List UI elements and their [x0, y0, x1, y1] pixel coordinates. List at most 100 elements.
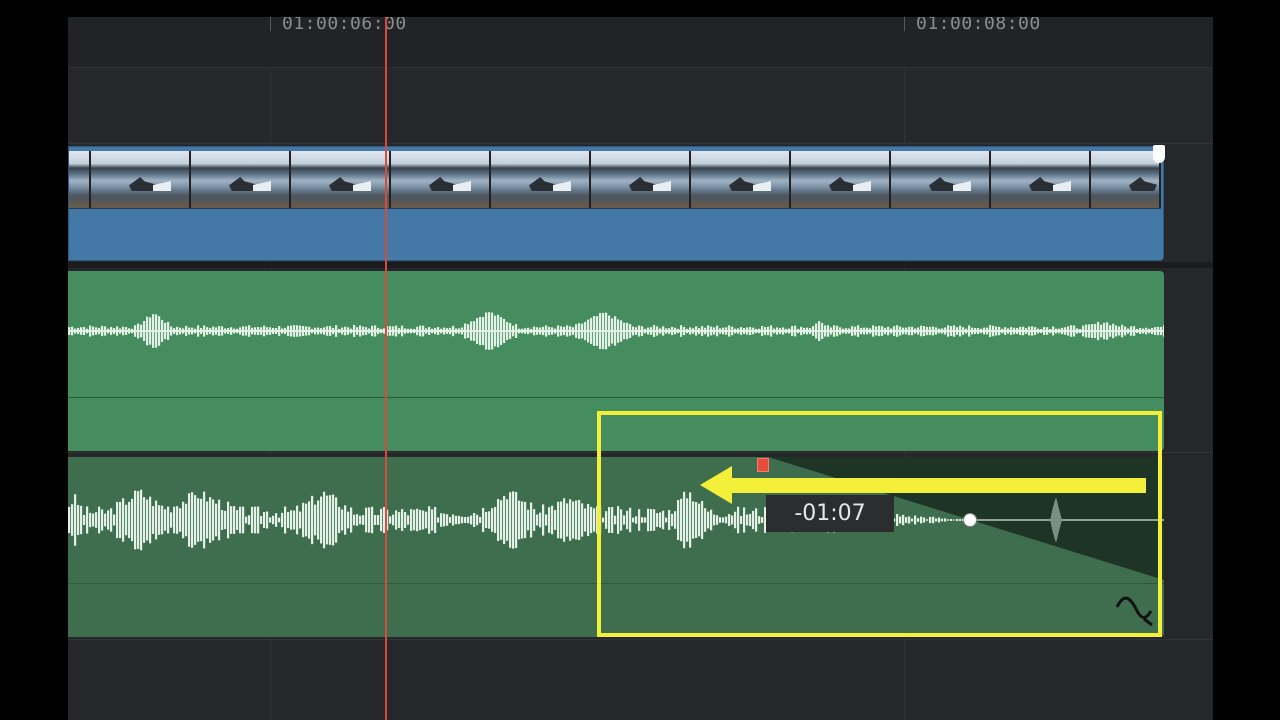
waveform-sample [230, 327, 233, 335]
waveform-sample [956, 327, 959, 335]
waveform-sample [509, 492, 512, 548]
waveform-sample [470, 321, 473, 341]
waveform-sample [407, 515, 410, 525]
waveform-sample [83, 326, 86, 336]
waveform-sample [452, 514, 455, 526]
waveform-sample [464, 323, 467, 339]
waveform-sample [95, 327, 98, 335]
waveform-sample [530, 328, 533, 334]
waveform-sample [485, 512, 488, 528]
waveform-sample [98, 506, 101, 534]
waveform-sample [1019, 326, 1022, 336]
waveform-sample [914, 328, 917, 334]
waveform-sample [1103, 322, 1106, 340]
waveform-sample [662, 326, 665, 336]
waveform-sample [584, 508, 587, 532]
waveform-sample [554, 510, 557, 530]
waveform-sample [623, 322, 626, 340]
waveform-sample [683, 326, 686, 336]
waveform-sample [455, 515, 458, 525]
playhead[interactable] [385, 17, 387, 720]
waveform-sample [215, 503, 218, 537]
waveform-sample [125, 327, 128, 335]
waveform-sample [1130, 326, 1133, 336]
waveform-sample [269, 517, 272, 523]
waveform-sample [497, 314, 500, 348]
video-fade-handle-icon[interactable] [1153, 145, 1165, 163]
waveform-sample [428, 327, 431, 335]
waveform-sample [500, 317, 503, 345]
waveform-sample [251, 506, 254, 534]
timecode-label: 01:00:08:00 [916, 17, 1041, 34]
waveform-sample [1121, 324, 1124, 338]
waveform-sample [263, 512, 266, 528]
waveform-sample [170, 326, 173, 336]
waveform-sample [827, 325, 830, 337]
waveform-sample [155, 500, 158, 540]
waveform-sample [530, 502, 533, 538]
waveform-sample [275, 513, 278, 527]
waveform-sample [644, 328, 647, 334]
video-thumbnail [891, 151, 991, 208]
waveform-sample [977, 328, 980, 334]
timecode-label: 01:00:06:00 [282, 17, 407, 34]
waveform-sample [317, 500, 320, 540]
waveform-sample [803, 327, 806, 335]
timecode-ruler[interactable]: 01:00:06:00 01:00:08:00 [68, 17, 1213, 68]
waveform-sample [1034, 327, 1037, 335]
waveform-sample [524, 328, 527, 334]
waveform-sample [839, 327, 842, 335]
waveform-sample [149, 317, 152, 345]
waveform-sample [302, 502, 305, 538]
waveform-sample [518, 500, 521, 540]
waveform-sample [1067, 326, 1070, 336]
waveform-sample [257, 327, 260, 335]
waveform-sample [323, 491, 326, 549]
waveform-sample [353, 325, 356, 337]
waveform-sample [245, 326, 248, 336]
waveform-sample [536, 514, 539, 526]
video-thumbnail-strip [69, 151, 1161, 209]
waveform-sample [443, 513, 446, 527]
waveform-sample [494, 315, 497, 347]
waveform-sample [590, 317, 593, 345]
waveform-sample [542, 504, 545, 536]
waveform-sample [926, 326, 929, 336]
waveform-sample [203, 325, 206, 337]
waveform-sample [830, 327, 833, 335]
waveform-sample [344, 326, 347, 336]
waveform-sample [1148, 328, 1151, 334]
waveform-sample [974, 328, 977, 334]
waveform-sample [218, 325, 221, 337]
waveform-sample [1025, 328, 1028, 334]
waveform-sample [362, 326, 365, 336]
waveform-sample [518, 328, 521, 334]
waveform-sample [1109, 325, 1112, 337]
waveform-sample [179, 327, 182, 335]
waveform-sample [1085, 324, 1088, 338]
video-clip[interactable] [68, 145, 1165, 261]
volume-lane-line [68, 397, 1164, 398]
waveform-sample [134, 490, 137, 550]
waveform-sample [488, 312, 491, 350]
waveform-sample [290, 325, 293, 337]
waveform-sample [284, 327, 287, 335]
waveform-sample [368, 507, 371, 533]
waveform-sample [257, 506, 260, 534]
ruler-tick [904, 17, 905, 31]
waveform-sample [497, 499, 500, 541]
waveform-sample [638, 325, 641, 337]
waveform-sample [728, 325, 731, 337]
waveform-sample [332, 494, 335, 546]
waveform-sample [917, 327, 920, 335]
highlight-box [597, 411, 1162, 637]
waveform-sample [380, 328, 383, 334]
waveform-sample [263, 325, 266, 337]
waveform-sample [272, 327, 275, 335]
waveform-sample [695, 326, 698, 336]
waveform-sample [113, 514, 116, 526]
waveform-sample [515, 323, 518, 339]
waveform-sample [647, 327, 650, 335]
waveform-sample [650, 327, 653, 335]
waveform-sample [125, 504, 128, 536]
